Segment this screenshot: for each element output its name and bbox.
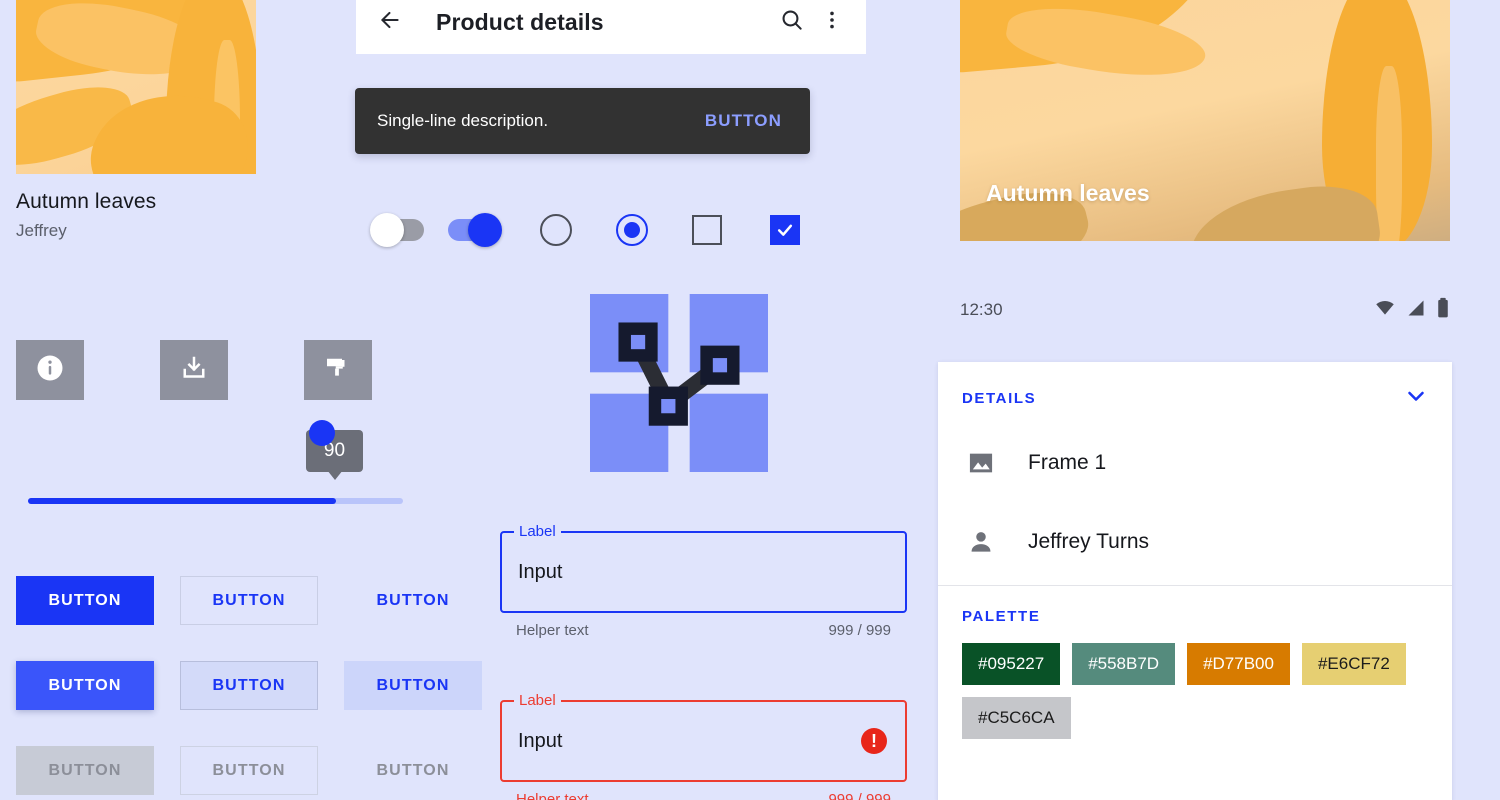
signal-icon — [1406, 298, 1426, 323]
status-time: 12:30 — [960, 300, 1003, 319]
overflow-menu-button[interactable] — [812, 2, 852, 42]
palette-swatch[interactable]: #E6CF72 — [1301, 643, 1406, 685]
paint-roller-icon — [323, 353, 353, 388]
product-card[interactable]: Autumn leaves Jeffrey — [16, 0, 256, 241]
battery-icon — [1436, 297, 1450, 324]
search-button[interactable] — [772, 2, 812, 42]
top-app-bar: Product details — [356, 0, 866, 54]
autumn-leaves-hero: Autumn leaves — [960, 0, 1450, 241]
details-section-title: DETAILS — [962, 390, 1037, 407]
details-section-header[interactable]: DETAILS — [938, 362, 1452, 423]
text-field-label: Label — [514, 523, 561, 541]
checkbox-on[interactable] — [770, 215, 800, 245]
slider-fill — [28, 498, 336, 504]
button-row-hover: BUTTON BUTTON BUTTON — [16, 661, 496, 710]
text-field-input[interactable]: Input — [518, 730, 562, 753]
text-field-input[interactable]: Input — [518, 561, 562, 584]
helper-text: Helper text — [516, 791, 589, 800]
radio-on[interactable] — [616, 214, 648, 246]
detail-row-frame[interactable]: Frame 1 — [938, 423, 1452, 502]
helper-text: Helper text — [516, 622, 589, 639]
text-field-meta: Helper text 999 / 999 — [500, 622, 907, 639]
detail-row-label: Frame 1 — [1028, 450, 1107, 474]
text-field-meta: Helper text 999 / 999 — [500, 791, 907, 800]
text-field-focused[interactable]: Label Input Helper text 999 / 999 — [500, 523, 907, 639]
slider-track[interactable] — [28, 498, 403, 504]
check-icon — [777, 224, 793, 236]
text-field-outline[interactable]: Label Input ! — [500, 692, 907, 782]
detail-row-author[interactable]: Jeffrey Turns — [938, 502, 1452, 581]
image-icon — [962, 449, 1000, 477]
text-field-error[interactable]: Label Input ! Helper text 999 / 999 — [500, 692, 907, 800]
palette-swatch[interactable]: #C5C6CA — [962, 697, 1071, 739]
character-counter: 999 / 999 — [828, 791, 891, 800]
snackbar: Single-line description. BUTTON — [355, 88, 810, 154]
palette-swatch[interactable]: #558B7D — [1072, 643, 1176, 685]
paint-button[interactable] — [304, 340, 372, 400]
text-field-outline[interactable]: Label Input — [500, 523, 907, 613]
snackbar-message: Single-line description. — [377, 111, 549, 130]
radio-off[interactable] — [540, 214, 572, 246]
status-bar: 12:30 — [960, 294, 1450, 326]
more-vert-icon — [820, 8, 844, 37]
text-button-disabled: BUTTON — [376, 761, 450, 779]
character-counter: 999 / 999 — [828, 622, 891, 639]
info-icon — [35, 353, 65, 388]
product-subtitle: Jeffrey — [16, 221, 67, 240]
palette-section-title: PALETTE — [962, 608, 1041, 625]
switch-on[interactable] — [448, 213, 502, 247]
palette-swatch[interactable]: #095227 — [962, 643, 1061, 685]
slider-thumb[interactable] — [309, 420, 335, 446]
person-icon — [962, 528, 1000, 556]
leaf-shape — [1376, 66, 1402, 241]
outlined-button-disabled: BUTTON — [180, 746, 318, 795]
outlined-button-hover[interactable]: BUTTON — [180, 661, 318, 710]
vector-node-editor-icon — [590, 294, 768, 472]
arrow-back-icon — [377, 7, 403, 38]
status-icon-group — [1374, 297, 1450, 324]
contained-button-disabled: BUTTON — [16, 746, 154, 795]
info-button[interactable] — [16, 340, 84, 400]
palette-swatch[interactable]: #D77B00 — [1187, 643, 1290, 685]
switch-off[interactable] — [370, 213, 424, 247]
details-card: DETAILS Frame 1 Jeffrey Turns PALETTE #0… — [938, 362, 1452, 800]
contained-button-hover[interactable]: BUTTON — [16, 661, 154, 710]
hero-title: Autumn leaves — [986, 180, 1150, 206]
search-icon — [779, 7, 805, 38]
error-circle-icon: ! — [861, 728, 887, 754]
product-title: Autumn leaves — [16, 190, 157, 213]
detail-row-label: Jeffrey Turns — [1028, 529, 1149, 553]
button-row-disabled: BUTTON BUTTON BUTTON — [16, 746, 496, 795]
outlined-button-enabled[interactable]: BUTTON — [180, 576, 318, 625]
contained-button-enabled[interactable]: BUTTON — [16, 576, 154, 625]
text-button-enabled[interactable]: BUTTON — [344, 576, 482, 625]
snackbar-action-button[interactable]: BUTTON — [705, 111, 782, 131]
chevron-down-icon[interactable] — [1404, 384, 1428, 413]
checkbox-off[interactable] — [692, 215, 722, 245]
autumn-leaves-thumbnail — [16, 0, 256, 174]
wifi-icon — [1374, 298, 1396, 323]
button-row-enabled: BUTTON BUTTON BUTTON — [16, 576, 496, 625]
back-button[interactable] — [370, 2, 410, 42]
text-button-hover[interactable]: BUTTON — [344, 661, 482, 710]
radio-dot — [624, 222, 640, 238]
download-button[interactable] — [160, 340, 228, 400]
leaf-shape — [1002, 0, 1210, 89]
screen-root: Autumn leaves Jeffrey 90 BUTTON BUTTON B… — [0, 0, 1500, 800]
palette-swatch-list: #095227 #558B7D #D77B00 #E6CF72 #C5C6CA — [938, 625, 1452, 739]
download-icon — [179, 353, 209, 388]
page-title: Product details — [436, 8, 604, 35]
text-field-label: Label — [514, 692, 561, 710]
